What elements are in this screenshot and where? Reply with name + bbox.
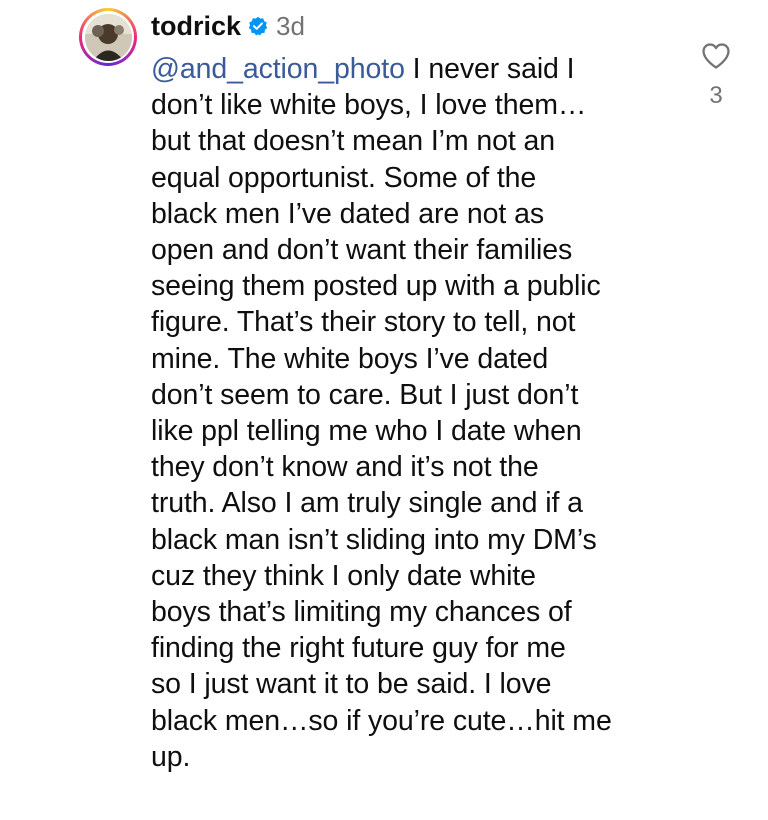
comment-line: so I just want it to be said. I love <box>151 668 552 701</box>
avatar-image <box>84 13 132 61</box>
comment-line-text: I never said I <box>404 53 575 85</box>
comment-line: don’t seem to care. But I just don’t <box>151 378 579 411</box>
like-column: 3 <box>696 42 736 110</box>
comment-text: @and_action_photo I never said I don’t l… <box>151 51 681 775</box>
comment-line: open and don’t want their families <box>151 234 573 267</box>
comment-line: like ppl telling me who I date when <box>151 415 582 448</box>
comment-line: @and_action_photo I never said I <box>151 51 681 87</box>
comment-item: todrick 3d @and_action_photo I never sai… <box>0 0 768 820</box>
comment-line: but that doesn’t mean I’m not an <box>151 125 555 158</box>
comment-line: don’t like white boys, I love them… <box>151 89 587 122</box>
comment-line: they don’t know and it’s not the <box>151 451 539 484</box>
comment-line: boys that’s limiting my chances of <box>151 596 572 629</box>
comment-line: figure. That’s their story to tell, not <box>151 306 576 339</box>
username-link[interactable]: todrick <box>151 11 241 42</box>
heart-outline-icon[interactable] <box>701 42 731 70</box>
comment-line: finding the right future guy for me <box>151 632 566 665</box>
comment-line: black man isn’t sliding into my DM’s <box>151 523 597 556</box>
verified-badge-icon <box>248 16 268 36</box>
comment-header: todrick 3d <box>151 8 305 44</box>
like-count[interactable]: 3 <box>709 82 722 110</box>
comment-line: cuz they think I only date white <box>151 559 536 592</box>
avatar-story-ring[interactable] <box>79 8 137 66</box>
avatar <box>84 13 132 61</box>
comment-line: up. <box>151 740 191 773</box>
comment-line: equal opportunist. Some of the <box>151 161 537 194</box>
comment-line: seeing them posted up with a public <box>151 270 601 303</box>
comment-timestamp: 3d <box>276 10 305 41</box>
avatar-ring-gap <box>82 11 134 63</box>
comment-line: truth. Also I am truly single and if a <box>151 487 583 520</box>
mention-link[interactable]: @and_action_photo <box>151 53 405 85</box>
comment-line: black men I’ve dated are not as <box>151 197 544 230</box>
comment-line: black men…so if you’re cute…hit me <box>151 704 612 737</box>
comment-line: mine. The white boys I’ve dated <box>151 342 549 375</box>
